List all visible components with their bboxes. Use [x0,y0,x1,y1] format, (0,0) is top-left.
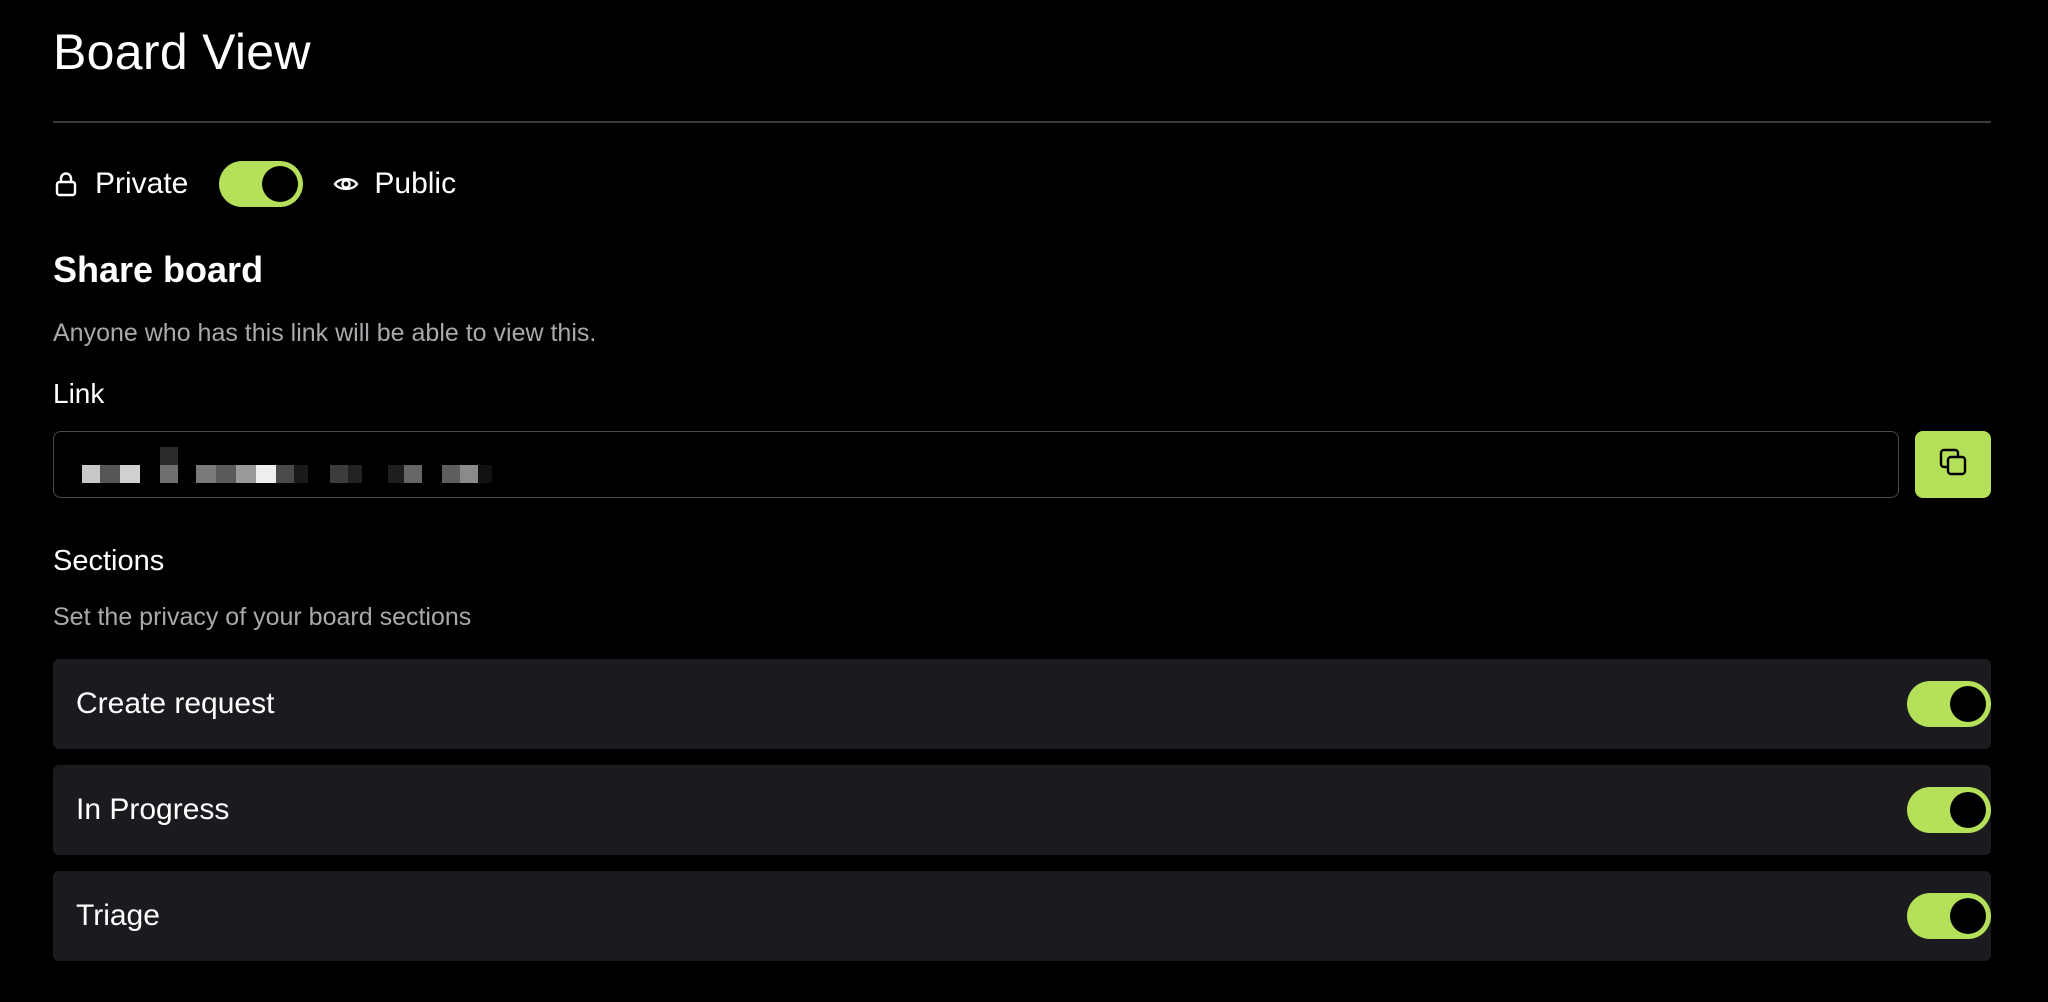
toggle-knob [262,166,299,202]
private-label: Private [95,167,189,200]
section-row-create-request: Create request [53,659,1991,749]
section-row-triage: Triage [53,871,1991,961]
sections-heading: Sections [53,545,165,577]
section-label: Triage [76,899,160,932]
link-label: Link [53,378,105,409]
section-toggle-triage[interactable] [1907,893,1991,939]
share-board-heading: Share board [53,249,264,290]
section-toggle-in-progress[interactable] [1907,787,1991,833]
public-label: Public [374,167,457,200]
visibility-switcher: Private Public [53,158,456,210]
copy-icon [1938,447,1968,482]
redacted-link-text [82,447,492,483]
share-board-description: Anyone who has this link will be able to… [53,319,597,347]
eye-icon [333,171,359,197]
toggle-knob [1950,792,1986,828]
toggle-knob [1950,898,1986,934]
lock-icon [53,171,79,197]
visibility-toggle[interactable] [219,161,304,207]
copy-link-button[interactable] [1915,431,1991,498]
section-label: Create request [76,687,275,720]
section-toggle-create-request[interactable] [1907,681,1991,727]
section-row-in-progress: In Progress [53,765,1991,855]
share-link-field[interactable] [53,431,1899,498]
toggle-knob [1950,686,1986,722]
page-title: Board View [53,24,311,80]
section-label: In Progress [76,793,230,826]
title-divider [53,121,1991,123]
sections-description: Set the privacy of your board sections [53,603,472,631]
